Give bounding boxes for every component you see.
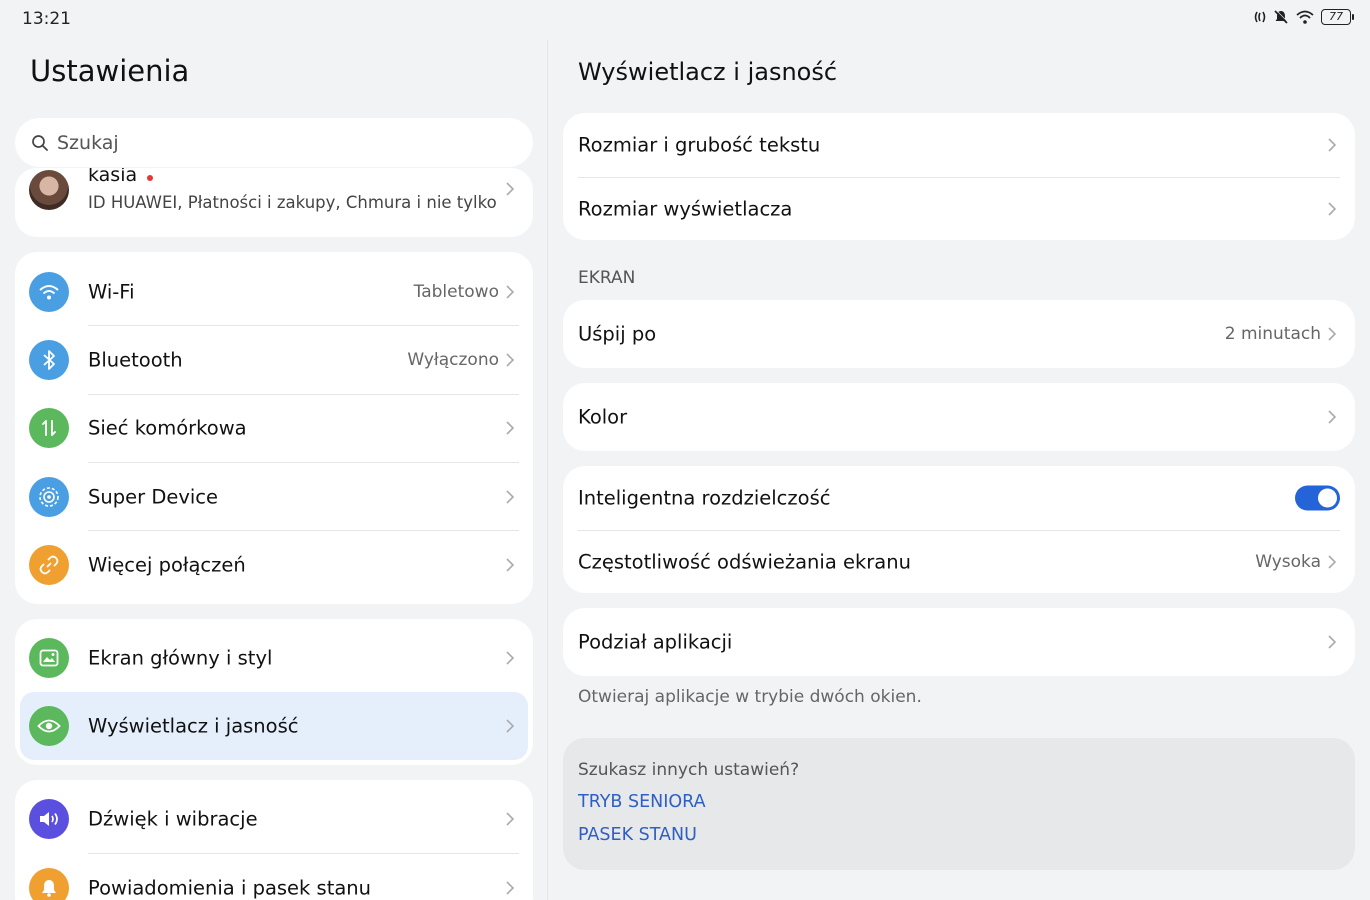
sidebar-item-more-connections[interactable]: Więcej połączeń [15,531,533,599]
notification-dot [147,175,153,181]
status-bar-link[interactable]: PASEK STANU [578,825,697,845]
speaker-icon [29,799,69,839]
image-icon [29,638,69,678]
sidebar-item-value: Wyłączono [407,350,499,370]
suggestions-card: Szukasz innych ustawień? TRYB SENIORA PA… [563,738,1355,870]
super-device-icon [29,477,69,517]
search-input[interactable] [57,131,497,154]
smart-resolution-row: Inteligentna rozdzielczość [563,466,1355,530]
page-title: Ustawienia [30,54,190,88]
chevron-right-icon [506,490,515,504]
sleep-label: Uśpij po [578,322,657,346]
chevron-right-icon [1328,138,1337,152]
sidebar-item-wifi[interactable]: Wi-Fi Tabletowo [15,258,533,326]
chevron-right-icon [506,558,515,572]
avatar [29,170,69,210]
chevron-right-icon [506,719,515,733]
split-apps-hint: Otwieraj aplikacje w trybie dwóch okien. [578,687,922,707]
eye-icon [29,706,69,746]
refresh-rate-row[interactable]: Częstotliwość odświeżania ekranu Wysoka [563,530,1355,593]
sidebar-item-label: Super Device [88,485,219,509]
color-label: Kolor [578,405,628,429]
chevron-right-icon [506,353,515,367]
display-size-label: Rozmiar wyświetlacza [578,197,793,220]
sidebar-item-label: Ekran główny i styl [88,646,273,670]
mobile-data-icon [29,408,69,448]
wifi-icon [29,272,69,312]
display-group: Ekran główny i styl Wyświetlacz i jasnoś… [15,619,533,765]
chevron-right-icon [1328,327,1337,341]
chevron-right-icon [1328,201,1337,216]
status-icons: 77 [1253,9,1354,25]
search-icon [32,134,48,151]
suggestions-title: Szukasz innych ustawień? [578,760,800,780]
status-bar: 13:21 77 [0,0,1370,40]
sidebar-item-notifications[interactable]: Powiadomienia i pasek stanu [15,854,533,900]
senior-mode-link[interactable]: TRYB SENIORA [578,792,706,812]
split-apps-row[interactable]: Podział aplikacji [563,608,1355,676]
account-name: kasia [88,168,138,186]
sidebar-item-label: Bluetooth [88,348,183,372]
text-size-row[interactable]: Rozmiar i grubość tekstu [563,113,1355,177]
sidebar-item-label: Powiadomienia i pasek stanu [88,876,372,900]
sidebar-item-super-device[interactable]: Super Device [15,463,533,531]
sidebar-item-bluetooth[interactable]: Bluetooth Wyłączono [15,326,533,394]
sidebar-item-sound[interactable]: Dźwięk i wibracje [15,785,533,853]
chevron-right-icon [506,651,515,665]
chevron-right-icon [506,812,515,826]
sleep-card: Uśpij po 2 minutach [563,300,1355,368]
chevron-right-icon [1328,410,1337,424]
sidebar-item-mobile-network[interactable]: Sieć komórkowa [15,394,533,462]
chevron-right-icon [506,421,515,435]
bell-icon [29,868,69,900]
bluetooth-icon [29,340,69,380]
sidebar-item-value: Tabletowo [413,282,499,302]
nfc-icon [1254,11,1266,23]
wifi-status-icon [1296,10,1314,24]
sidebar-item-label: Dźwięk i wibracje [88,807,258,831]
connections-group: Wi-Fi Tabletowo Bluetooth Wyłączono Sieć… [15,252,533,604]
chevron-right-icon [1328,554,1337,569]
split-card: Podział aplikacji [563,608,1355,676]
sidebar-item-label: Więcej połączeń [88,553,246,577]
display-size-row[interactable]: Rozmiar wyświetlacza [563,177,1355,240]
smart-resolution-toggle[interactable] [1295,485,1340,511]
text-size-label: Rozmiar i grubość tekstu [578,133,821,157]
battery-icon: 77 [1321,9,1354,25]
mute-icon [1274,9,1289,24]
refresh-rate-value: Wysoka [1255,551,1321,572]
color-row[interactable]: Kolor [563,383,1355,451]
link-icon [29,545,69,585]
color-card: Kolor [563,383,1355,451]
smart-resolution-label: Inteligentna rozdzielczość [578,486,831,510]
pane-divider [547,40,548,900]
resolution-card: Inteligentna rozdzielczość Częstotliwość… [563,466,1355,593]
sidebar-item-display-brightness[interactable]: Wyświetlacz i jasność [15,692,533,760]
sidebar-item-label: Wi-Fi [88,280,135,304]
sound-group: Dźwięk i wibracje Powiadomienia i pasek … [15,780,533,900]
search-bar[interactable] [15,118,533,167]
chevron-right-icon [506,881,515,895]
account-subtitle: ID HUAWEI, Płatności i zakupy, Chmura i … [88,193,497,212]
text-display-card: Rozmiar i grubość tekstu Rozmiar wyświet… [563,113,1355,240]
sleep-value: 2 minutach [1224,324,1321,344]
sidebar-item-label: Wyświetlacz i jasność [88,714,299,738]
chevron-right-icon [506,285,515,299]
chevron-right-icon [506,182,515,196]
sidebar-item-label: Sieć komórkowa [88,416,247,440]
section-header-screen: EKRAN [578,268,636,288]
chevron-right-icon [1328,635,1337,649]
status-time: 13:21 [22,9,71,29]
sidebar-item-home-screen[interactable]: Ekran główny i styl [15,624,533,692]
account-card[interactable]: kasia ID HUAWEI, Płatności i zakupy, Chm… [15,168,533,237]
battery-level: 77 [1321,9,1351,25]
split-apps-label: Podział aplikacji [578,630,733,654]
detail-title: Wyświetlacz i jasność [578,58,838,86]
sleep-row[interactable]: Uśpij po 2 minutach [563,300,1355,368]
refresh-rate-label: Częstotliwość odświeżania ekranu [578,550,911,573]
